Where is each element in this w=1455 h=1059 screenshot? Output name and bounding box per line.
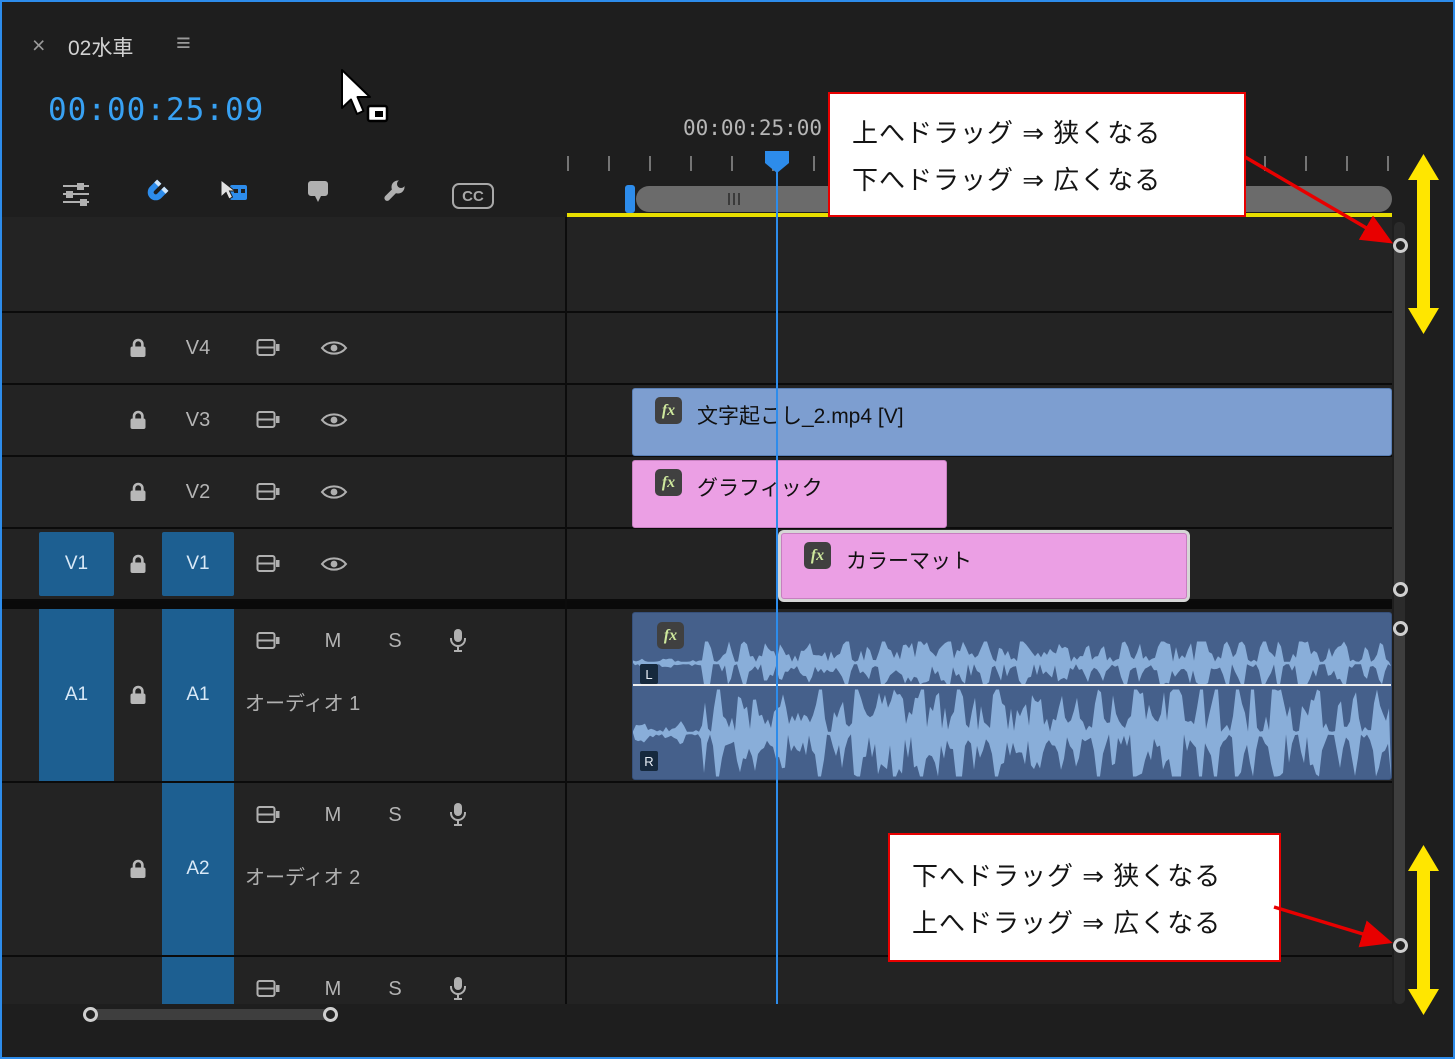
sync-lock-icon[interactable] [246, 969, 290, 1004]
annotation-line: 上へドラッグ ⇒ 狭くなる [852, 117, 1162, 148]
red-arrow-top [1244, 155, 1394, 244]
track-name-v2[interactable]: V2 [162, 457, 234, 527]
solo-button[interactable]: S [376, 621, 414, 661]
add-marker-icon[interactable] [305, 179, 331, 205]
mute-button[interactable]: M [314, 621, 352, 661]
waveform-right [633, 689, 1391, 777]
video-audio-divider [2, 601, 1392, 609]
track-target-a3[interactable] [162, 957, 234, 1004]
track-lock-icon[interactable] [114, 609, 162, 781]
voiceover-mic-icon[interactable] [438, 795, 478, 835]
fx-badge[interactable]: fx [655, 469, 682, 496]
sync-lock-icon[interactable] [246, 621, 290, 661]
video-track-row-v4: V4 [2, 313, 1392, 385]
audio-track-label: オーディオ 2 [245, 867, 361, 889]
track-target-a1[interactable]: A1 [162, 609, 234, 781]
close-panel-icon[interactable]: × [32, 32, 45, 59]
sync-lock-icon[interactable] [246, 313, 290, 383]
clip-name: 文字起こし_2.mp4 [V] [697, 405, 904, 428]
zoom-bar-left-handle[interactable] [625, 185, 635, 213]
track-lock-icon[interactable] [114, 385, 162, 455]
audio-track-row-a3: M S [2, 957, 1392, 1004]
annotation-line: 下へドラッグ ⇒ 狭くなる [912, 860, 1222, 891]
track-height-handle-video-bottom[interactable] [1393, 582, 1408, 597]
track-lock-icon[interactable] [114, 313, 162, 383]
ruler-playhead-time: 00:00:25:00 [683, 116, 823, 140]
channel-divider[interactable] [633, 684, 1391, 686]
horizontal-scrollbar-thumb[interactable] [90, 1009, 330, 1020]
right-channel-label: R [640, 751, 658, 771]
fx-badge[interactable]: fx [804, 542, 831, 569]
red-arrow-bottom [1273, 905, 1393, 948]
sync-lock-icon[interactable] [246, 385, 290, 455]
clip-v1-selected[interactable]: fx カラーマット [781, 533, 1187, 599]
annotation-box-top: 上へドラッグ ⇒ 狭くなる 下へドラッグ ⇒ 広くなる [828, 92, 1246, 217]
sync-lock-icon[interactable] [246, 529, 290, 599]
sync-lock-icon[interactable] [246, 795, 290, 835]
track-height-handle-audio-top[interactable] [1393, 621, 1408, 636]
source-patch-a1[interactable]: A1 [39, 609, 114, 781]
track-output-icon[interactable] [312, 313, 356, 383]
track-output-icon[interactable] [312, 529, 356, 599]
captions-icon[interactable]: CC [452, 183, 494, 209]
track-lock-icon[interactable] [114, 457, 162, 527]
sync-lock-icon[interactable] [246, 457, 290, 527]
fx-badge[interactable]: fx [655, 397, 682, 424]
left-channel-label: L [640, 664, 658, 684]
zoom-scrollbar-grip[interactable] [728, 193, 742, 205]
voiceover-mic-icon[interactable] [438, 969, 478, 1004]
track-lock-icon[interactable] [114, 783, 162, 955]
annotation-box-bottom: 下へドラッグ ⇒ 狭くなる 上へドラッグ ⇒ 広くなる [888, 833, 1281, 962]
track-name-v4[interactable]: V4 [162, 313, 234, 383]
video-scroll-thumb[interactable] [1394, 245, 1405, 589]
current-timecode[interactable]: 00:00:25:09 [48, 92, 264, 128]
h-scroll-handle-right[interactable] [323, 1007, 338, 1022]
clip-name: グラフィック [697, 477, 823, 500]
timeline-spacer-lane [2, 217, 1392, 313]
sequence-tab-title[interactable]: 02水車 [68, 32, 133, 62]
audio-track-label: オーディオ 1 [245, 693, 361, 715]
track-output-icon[interactable] [312, 457, 356, 527]
track-target-a2[interactable]: A2 [162, 783, 234, 955]
linked-selection-icon[interactable] [216, 178, 250, 206]
snap-magnet-icon[interactable] [140, 178, 170, 208]
track-name-v3[interactable]: V3 [162, 385, 234, 455]
solo-button[interactable]: S [376, 969, 414, 1004]
timeline-panel: × 02水車 ≡ 00:00:25:09 00:00:25:00 CC V4 V… [0, 0, 1455, 1059]
h-scroll-handle-left[interactable] [83, 1007, 98, 1022]
clip-v2[interactable]: fx グラフィック [632, 460, 947, 528]
annotation-line: 上へドラッグ ⇒ 広くなる [912, 907, 1222, 938]
playhead-line [776, 152, 778, 1004]
track-output-icon[interactable] [312, 385, 356, 455]
header-timeline-divider [565, 217, 567, 1004]
playhead-marker[interactable] [763, 150, 791, 174]
clip-v3[interactable]: fx 文字起こし_2.mp4 [V] [632, 388, 1392, 456]
voiceover-mic-icon[interactable] [438, 621, 478, 661]
resize-double-arrow-bottom [1408, 845, 1439, 1015]
mouse-cursor [341, 69, 389, 123]
track-lock-icon[interactable] [114, 529, 162, 599]
track-target-v1[interactable]: V1 [162, 532, 234, 596]
clip-name: カラーマット [846, 550, 972, 573]
resize-double-arrow-top [1408, 154, 1439, 334]
clip-a1-audio[interactable]: fx L R [632, 612, 1392, 780]
panel-menu-icon[interactable]: ≡ [176, 29, 191, 58]
timeline-settings-icon[interactable] [60, 180, 92, 208]
mute-button[interactable]: M [314, 795, 352, 835]
mute-button[interactable]: M [314, 969, 352, 1004]
timeline-wrench-icon[interactable] [380, 179, 408, 207]
solo-button[interactable]: S [376, 795, 414, 835]
annotation-line: 下へドラッグ ⇒ 広くなる [852, 164, 1162, 195]
waveform-left [633, 641, 1391, 685]
source-patch-v1[interactable]: V1 [39, 532, 114, 596]
